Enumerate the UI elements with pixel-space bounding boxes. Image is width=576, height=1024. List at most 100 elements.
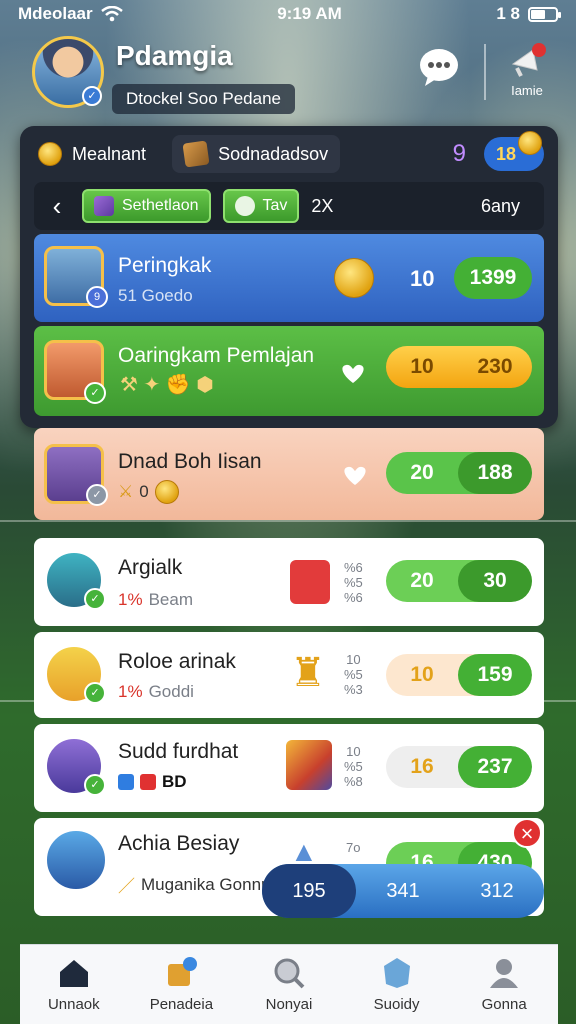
player-sub-value: Goddi [148, 682, 194, 701]
score-value: 188 [458, 452, 532, 494]
player-pct: 1% [118, 682, 143, 701]
sword-icon: ⚔ [118, 482, 134, 501]
list-item[interactable]: ✓ Sudd furdhat BD 10 %5 %8 16 237 [34, 724, 544, 812]
player-sub-value: Beam [148, 590, 193, 609]
list-item[interactable]: ✓ Dnad Boh Iisan ⚔ 0 20 188 [34, 428, 544, 520]
nav-item-profile[interactable]: Gonna [450, 945, 558, 1024]
gem-balance[interactable]: 18 [484, 131, 544, 171]
score-pill: 10 159 [386, 654, 532, 696]
bottom-nav: Unnaok Penadeia Nonyai Suoidy Gonna [20, 944, 558, 1024]
score-pill: 20 188 [386, 452, 532, 494]
nav-label: Penadeia [149, 996, 214, 1013]
row-count: 16 [410, 755, 434, 778]
clock: 9:19 AM [277, 4, 342, 23]
monster-card-icon [290, 560, 330, 604]
score-value: 159 [458, 654, 532, 696]
blue-tag-icon [118, 774, 134, 790]
badge-icon [383, 958, 410, 988]
float-value-b: 341 [386, 879, 420, 902]
mini-stats: %6 %5 %6 [344, 560, 363, 605]
score-pill: 1399 [454, 257, 532, 299]
row-count: 10 [410, 355, 434, 378]
check-badge-icon: ✓ [84, 382, 106, 404]
profile-badge-icon: ✓ [82, 86, 102, 106]
gold-coin-icon [334, 258, 374, 298]
tab-selection[interactable]: Sethetlaon [82, 189, 211, 223]
signal-label: 1 8 [496, 4, 520, 23]
check-badge-icon: ✓ [84, 682, 106, 704]
nav-item-search[interactable]: Nonyai [235, 945, 343, 1024]
gem-value: 18 [496, 144, 517, 164]
person-icon [490, 959, 519, 988]
red-tag-icon [140, 774, 156, 790]
tab-selection-label: Sethetlaon [122, 197, 199, 214]
check-badge-icon: ✓ [84, 774, 106, 796]
crate-label: Sodnadadsov [218, 143, 329, 164]
row-count: 10 [410, 663, 434, 686]
back-arrow-icon[interactable]: ‹ [44, 191, 70, 222]
row-count: 10 [410, 266, 435, 291]
tab-tav-label: Tav [262, 197, 288, 214]
pencil-icon: ／ [118, 877, 135, 896]
list-item[interactable]: ✓ Roloe arinak 1% Goddi ♜ 10 %5 %3 10 159 [34, 632, 544, 718]
player-sub: 51 Goedo [118, 286, 193, 305]
nav-label: Nonyai [265, 996, 313, 1013]
coin-icon [154, 480, 179, 504]
score-value: 1399 [469, 266, 517, 289]
status-bar: Mdeolaar 9:19 AM 1 8 [0, 0, 576, 28]
coin-icon [38, 142, 62, 166]
player-sub-value: Muganika Gonnr [141, 874, 267, 894]
coin-balance[interactable]: Mealnant [38, 135, 158, 173]
row-count: 20 [410, 569, 434, 592]
list-item[interactable]: 9 Peringkak 51 Goedo 10 1399 [34, 234, 544, 322]
chat-bubble-icon[interactable] [418, 46, 460, 88]
row-count: 20 [410, 461, 434, 484]
list-item[interactable]: ✓ Oaringkam Pemlajan ⚒ ✦ ✊ ⬢ 10 230 [34, 326, 544, 416]
multiplier-label[interactable]: 2X [311, 196, 333, 217]
player-pct: 1% [118, 590, 143, 609]
tab-right-label[interactable]: 6any [481, 196, 520, 217]
header-divider [484, 44, 486, 100]
avatar [44, 828, 108, 892]
score-value: 230 [477, 355, 513, 378]
nav-item-study[interactable]: Suoidy [343, 945, 451, 1024]
carrier-label: Mdeolaar [18, 4, 93, 23]
player-sub-value: 0 [139, 482, 149, 501]
score-pill: 10 230 [386, 346, 532, 388]
crate-icon [182, 140, 210, 168]
mini-stats: 7o [346, 840, 361, 855]
nav-label: Gonna [481, 996, 527, 1013]
mini-stats: 10 %5 %8 [344, 744, 363, 789]
tool-label: Iamie [511, 83, 543, 98]
check-badge-icon: ✓ [86, 484, 108, 506]
player-name: Oaringkam Pemlajan [118, 344, 315, 367]
tab-tav[interactable]: Tav [222, 189, 300, 223]
heart-icon [344, 466, 366, 485]
player-name: Dnad Boh Iisan [118, 450, 262, 473]
list-item[interactable]: ✓ Argialk 1% Beam %6 %5 %6 20 30 [34, 538, 544, 626]
crate-balance[interactable]: Sodnadadsov [172, 135, 341, 173]
player-name: Achia Besiay [118, 832, 240, 855]
score-value: 30 [458, 560, 532, 602]
profile-header: ✓ Pdamgia Dtockel Soo Pedane Iamie [32, 36, 556, 116]
mini-stats: 10 %5 %3 [344, 652, 363, 697]
player-sub: ⚔ 0 [118, 480, 179, 504]
player-name: Roloe arinak [118, 650, 236, 673]
rank-badge-icon: 9 [86, 286, 108, 308]
floating-summary-bar[interactable]: 195 341 312 [262, 864, 544, 918]
nav-item-home[interactable]: Unnaok [20, 945, 128, 1024]
player-sub: 1% Goddi [118, 682, 194, 702]
player-name: Argialk [118, 556, 183, 579]
nav-item-tasks[interactable]: Penadeia [128, 945, 236, 1024]
treasure-chest-icon [286, 740, 332, 790]
tool-button[interactable]: Iamie [502, 42, 552, 112]
close-icon[interactable]: × [512, 818, 542, 848]
player-sub: 1% Beam [118, 590, 193, 610]
battery-icon [528, 6, 561, 22]
player-sub: BD [118, 772, 187, 792]
score-pill: 20 30 [386, 560, 532, 602]
nav-label: Suoidy [373, 996, 420, 1013]
wifi-icon [100, 6, 123, 22]
filter-tabbar: ‹ Sethetlaon Tav 2X 6any [34, 182, 544, 230]
player-sub-value: BD [162, 772, 187, 791]
